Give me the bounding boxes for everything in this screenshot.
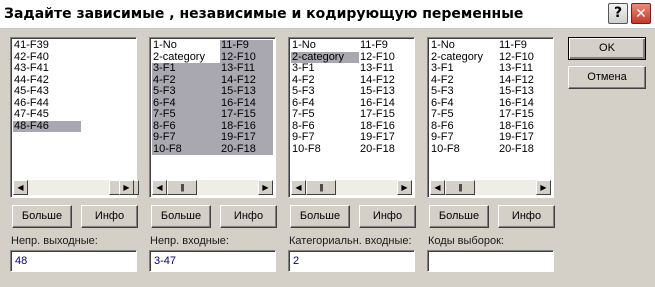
- list-item[interactable]: 41-F39: [13, 40, 81, 52]
- list-item[interactable]: 15-F13: [498, 85, 551, 98]
- continuous-outputs-field[interactable]: 48: [10, 250, 137, 272]
- scroll-thumb[interactable]: |||: [445, 180, 475, 195]
- scroll-thumb[interactable]: |||: [306, 180, 336, 195]
- list-item[interactable]: 3-F1: [291, 62, 359, 75]
- independent-vars-list[interactable]: 1-No 2-category 3-F1 4-F2 5-F3 6-F4 7-F5 8-F6 9-…: [149, 37, 276, 198]
- list-item[interactable]: 20-F18: [359, 143, 412, 156]
- scroll-thumb[interactable]: |||: [167, 180, 197, 195]
- list-content: 1-No 2-category 3-F1 4-F2 5-F3 6-F4 7-F5 8-F6 9-…: [430, 40, 551, 179]
- list-item[interactable]: 9-F7: [430, 131, 498, 144]
- sample-codes-list[interactable]: 1-No 2-category 3-F1 4-F2 5-F3 6-F4 7-F5 8-F6 9-…: [427, 37, 554, 198]
- list-item[interactable]: 5-F3: [152, 85, 220, 98]
- more-button[interactable]: Больше: [151, 205, 211, 228]
- list-item[interactable]: 5-F3: [291, 85, 359, 98]
- list-item[interactable]: 19-F17: [220, 131, 273, 144]
- info-button[interactable]: Инфо: [81, 205, 138, 228]
- list-item[interactable]: 17-F15: [498, 108, 551, 121]
- more-button[interactable]: Больше: [429, 205, 489, 228]
- list-item[interactable]: 9-F7: [152, 131, 220, 144]
- categorical-vars-list[interactable]: 1-No 2-category 3-F1 4-F2 5-F3 6-F4 7-F5 8-F6 9-…: [288, 37, 415, 198]
- list-item[interactable]: 45-F43: [13, 85, 81, 98]
- scroll-left-icon[interactable]: ◀: [13, 180, 28, 195]
- scroll-left-icon[interactable]: ◀: [291, 180, 306, 195]
- title-bar: Задайте зависимые , независимые и кодиру…: [0, 0, 655, 29]
- scroll-left-icon[interactable]: ◀: [430, 180, 445, 195]
- info-button[interactable]: Инфо: [498, 205, 555, 228]
- continuous-inputs-field-label: Непр. входные:: [150, 235, 229, 247]
- close-icon[interactable]: ✕: [631, 3, 651, 24]
- ok-button[interactable]: OK: [568, 37, 646, 60]
- list-item[interactable]: 19-F17: [498, 131, 551, 144]
- scroll-right-icon[interactable]: ▶: [397, 180, 412, 195]
- dependent-vars-list[interactable]: 41-F39 42-F40 43-F41 44-F42 45-F43 46-F44 47-F…: [10, 37, 139, 198]
- continuous-outputs-field-label: Непр. выходные:: [11, 235, 98, 247]
- list-content: 1-No 2-category 3-F1 4-F2 5-F3 6-F4 7-F5 8-F6 9-…: [291, 40, 412, 179]
- horizontal-scrollbar[interactable]: ◀|||▶: [13, 180, 139, 195]
- list-item[interactable]: 17-F15: [220, 108, 273, 121]
- list-item[interactable]: 10-F8: [152, 143, 220, 155]
- list-item[interactable]: 10-F8: [291, 143, 359, 156]
- list-item[interactable]: 15-F13: [359, 85, 412, 98]
- horizontal-scrollbar[interactable]: ◀||| ▶: [430, 180, 551, 195]
- list-item[interactable]: 7-F5: [430, 108, 498, 121]
- categorical-inputs-field[interactable]: 2: [288, 250, 415, 272]
- list-item[interactable]: 20-F18: [498, 143, 551, 156]
- scroll-left-icon[interactable]: ◀: [152, 180, 167, 195]
- list-item[interactable]: 1-No: [152, 40, 220, 52]
- list-item[interactable]: 17-F15: [359, 108, 412, 121]
- list-item[interactable]: 11-F9: [359, 40, 412, 52]
- categorical-inputs-field-label: Категориальн. входные:: [289, 235, 412, 247]
- scroll-right-icon[interactable]: ▶: [536, 180, 551, 195]
- variables-dialog: Задайте зависимые , независимые и кодиру…: [0, 0, 655, 287]
- horizontal-scrollbar[interactable]: ◀||| ▶: [152, 180, 273, 195]
- scroll-right-icon[interactable]: ▶: [258, 180, 273, 195]
- scroll-right-icon[interactable]: ▶: [119, 180, 134, 195]
- horizontal-scrollbar[interactable]: ◀||| ▶: [291, 180, 412, 195]
- sample-codes-field[interactable]: [427, 250, 554, 272]
- list-item[interactable]: 11-F9: [220, 40, 273, 52]
- cancel-button[interactable]: Отмена: [568, 66, 646, 89]
- continuous-inputs-field[interactable]: 3-47: [149, 250, 276, 272]
- list-item[interactable]: 43-F41: [13, 62, 81, 75]
- list-content: 1-No 2-category 3-F1 4-F2 5-F3 6-F4 7-F5 8-F6 9-…: [152, 40, 273, 179]
- window-title: Задайте зависимые , независимые и кодиру…: [4, 6, 524, 22]
- list-item[interactable]: 48-F46: [13, 120, 81, 132]
- list-item[interactable]: 13-F11: [220, 62, 273, 75]
- list-item[interactable]: 10-F8: [430, 143, 498, 156]
- list-item[interactable]: 15-F13: [220, 85, 273, 98]
- sample-codes-field-label: Коды выборок:: [428, 235, 504, 247]
- list-item[interactable]: 7-F5: [291, 108, 359, 121]
- list-item[interactable]: 19-F17: [359, 131, 412, 144]
- list-item[interactable]: 9-F7: [291, 131, 359, 144]
- info-button[interactable]: Инфо: [220, 205, 277, 228]
- list-item[interactable]: 3-F1: [152, 62, 220, 75]
- list-item[interactable]: 13-F11: [359, 62, 412, 75]
- list-content: 41-F39 42-F40 43-F41 44-F42 45-F43 46-F44 47-F…: [13, 40, 134, 179]
- list-item[interactable]: 1-No: [430, 40, 498, 52]
- list-item[interactable]: 5-F3: [430, 85, 498, 98]
- list-item[interactable]: 3-F1: [430, 62, 498, 75]
- help-icon[interactable]: ?: [608, 3, 628, 24]
- more-button[interactable]: Больше: [12, 205, 72, 228]
- list-item[interactable]: 11-F9: [498, 40, 551, 52]
- list-item[interactable]: 1-No: [291, 40, 359, 52]
- list-item[interactable]: 47-F45: [13, 108, 81, 121]
- list-item[interactable]: 20-F18: [220, 143, 273, 155]
- list-item[interactable]: 7-F5: [152, 108, 220, 121]
- list-item[interactable]: 13-F11: [498, 62, 551, 75]
- info-button[interactable]: Инфо: [359, 205, 416, 228]
- more-button[interactable]: Больше: [290, 205, 350, 228]
